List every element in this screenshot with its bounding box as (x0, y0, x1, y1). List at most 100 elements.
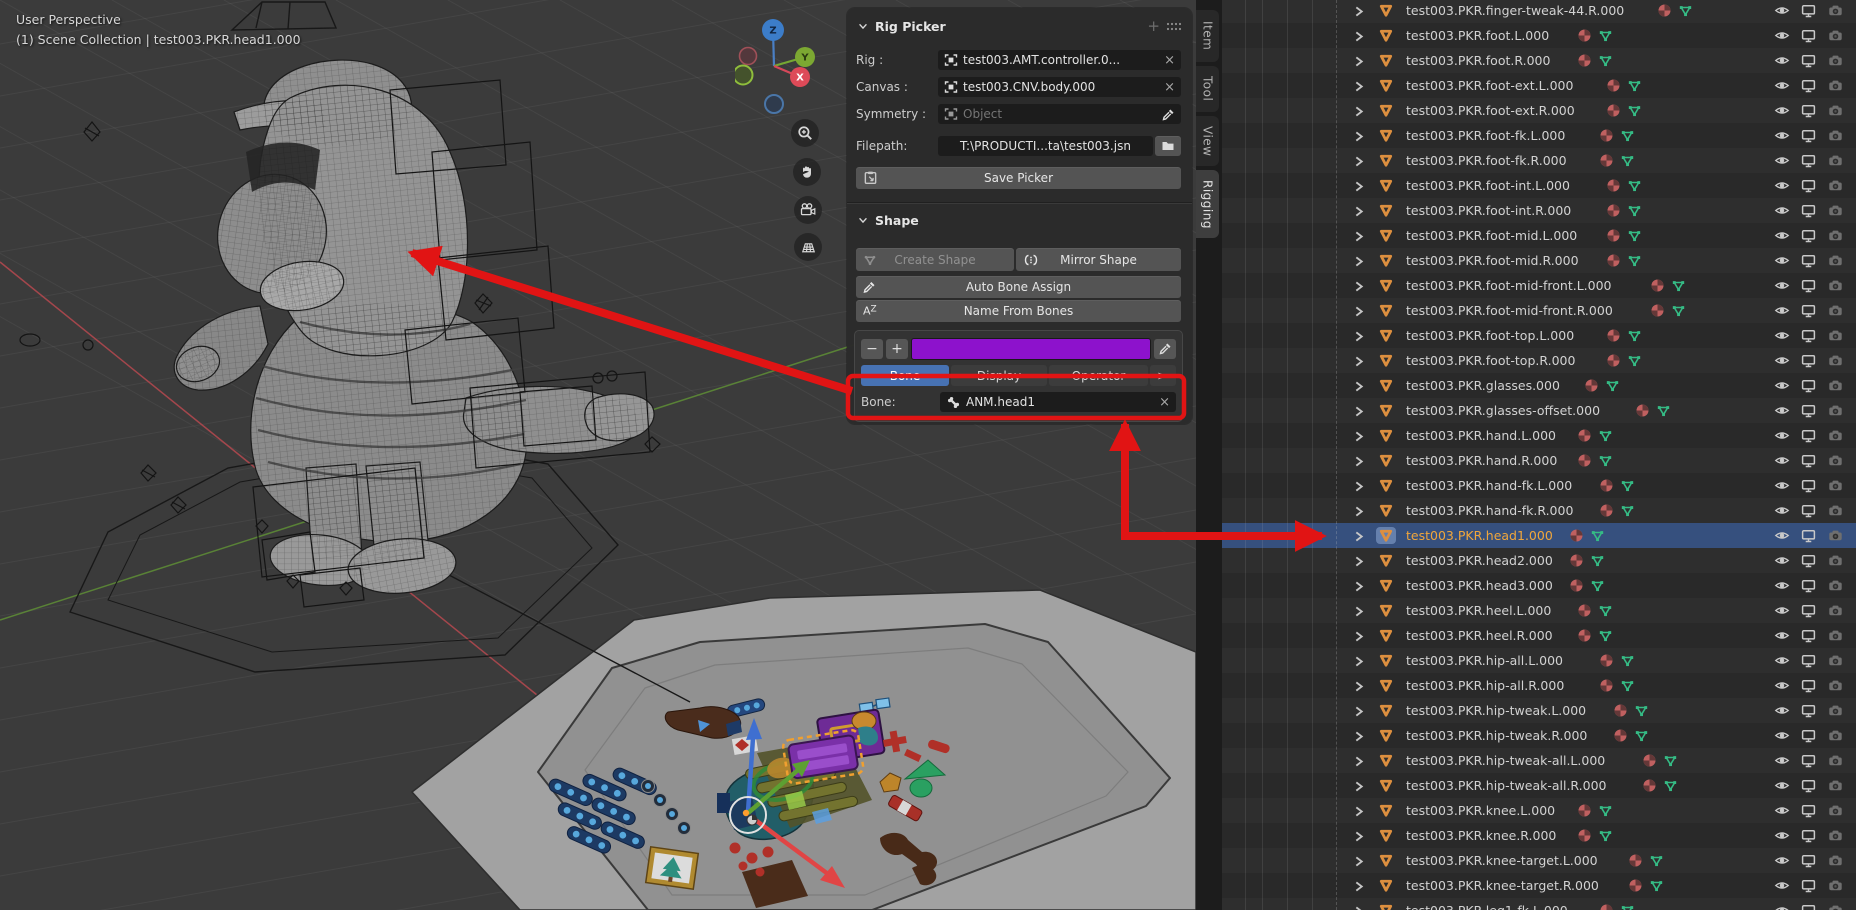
monitor-icon[interactable] (1801, 278, 1816, 297)
mesh-data-icon[interactable] (1590, 528, 1605, 547)
outliner-item-label[interactable]: test003.PKR.foot-ext.R.000 (1406, 98, 1575, 123)
save-picker-button[interactable]: Save Picker (856, 167, 1181, 189)
outliner-item-label[interactable]: test003.PKR.knee-target.L.000 (1406, 848, 1598, 873)
camera-icon[interactable] (1828, 428, 1843, 447)
outliner-row[interactable]: test003.PKR.foot-ext.L.000 (1222, 73, 1856, 98)
expand-chevron-icon[interactable] (1352, 753, 1365, 772)
material-icon[interactable] (1569, 528, 1584, 547)
expand-chevron-icon[interactable] (1352, 178, 1365, 197)
camera-icon[interactable] (1828, 253, 1843, 272)
mesh-data-icon[interactable] (1598, 628, 1613, 647)
mesh-object-icon[interactable] (1376, 227, 1396, 244)
mesh-data-icon[interactable] (1627, 203, 1642, 222)
camera-icon[interactable] (1828, 578, 1843, 597)
monitor-icon[interactable] (1801, 503, 1816, 522)
expand-chevron-icon[interactable] (1352, 453, 1365, 472)
eye-icon[interactable] (1774, 378, 1790, 397)
outliner-item-label[interactable]: test003.PKR.hip-tweak.L.000 (1406, 698, 1586, 723)
mesh-object-icon[interactable] (1376, 502, 1396, 519)
outliner-row[interactable]: test003.PKR.foot-mid.L.000 (1222, 223, 1856, 248)
material-icon[interactable] (1569, 553, 1584, 572)
mesh-object-icon[interactable] (1376, 702, 1396, 719)
expand-chevron-icon[interactable] (1352, 328, 1365, 347)
expand-chevron-icon[interactable] (1352, 828, 1365, 847)
monitor-icon[interactable] (1801, 878, 1816, 897)
monitor-icon[interactable] (1801, 103, 1816, 122)
collapse-chevron-icon[interactable] (857, 20, 869, 32)
expand-chevron-icon[interactable] (1352, 903, 1365, 910)
camera-icon[interactable] (1828, 203, 1843, 222)
camera-icon[interactable] (1828, 528, 1843, 547)
outliner-item-label[interactable]: test003.PKR.heel.R.000 (1406, 623, 1553, 648)
camera-icon[interactable] (1828, 178, 1843, 197)
outliner-row[interactable]: test003.PKR.knee-target.R.000 (1222, 873, 1856, 898)
material-icon[interactable] (1606, 178, 1621, 197)
pick-color-button[interactable] (1154, 339, 1176, 359)
collapse-chevron-icon[interactable] (857, 214, 869, 226)
camera-icon[interactable] (1828, 853, 1843, 872)
canvas-field[interactable]: test003.CNV.body.000 × (938, 77, 1181, 97)
eye-icon[interactable] (1774, 53, 1790, 72)
mesh-data-icon[interactable] (1598, 453, 1613, 472)
mesh-data-icon[interactable] (1598, 603, 1613, 622)
axis-ball-neg-x[interactable] (740, 48, 757, 65)
monitor-icon[interactable] (1801, 78, 1816, 97)
outliner-row[interactable]: test003.PKR.foot-top.R.000 (1222, 348, 1856, 373)
material-icon[interactable] (1577, 828, 1592, 847)
outliner-item-label[interactable]: test003.PKR.knee.R.000 (1406, 823, 1556, 848)
outliner-row[interactable]: test003.PKR.foot.L.000 (1222, 23, 1856, 48)
material-icon[interactable] (1599, 478, 1614, 497)
expand-chevron-icon[interactable] (1352, 803, 1365, 822)
outliner-item-label[interactable]: test003.PKR.hand-fk.R.000 (1406, 498, 1573, 523)
outliner-row[interactable]: test003.PKR.foot.R.000 (1222, 48, 1856, 73)
eye-icon[interactable] (1774, 478, 1790, 497)
mesh-data-icon[interactable] (1627, 328, 1642, 347)
monitor-icon[interactable] (1801, 28, 1816, 47)
outliner-row[interactable]: test003.PKR.knee.R.000 (1222, 823, 1856, 848)
outliner-row[interactable]: test003.PKR.head3.000 (1222, 573, 1856, 598)
outliner-row[interactable]: test003.PKR.hip-tweak.L.000 (1222, 698, 1856, 723)
create-shape-button[interactable]: Create Shape (856, 248, 1014, 271)
camera-icon[interactable] (1828, 353, 1843, 372)
material-icon[interactable] (1650, 278, 1665, 297)
material-icon[interactable] (1577, 428, 1592, 447)
outliner-item-label[interactable]: test003.PKR.knee-target.R.000 (1406, 873, 1599, 898)
monitor-icon[interactable] (1801, 753, 1816, 772)
tab-tool[interactable]: Tool (1196, 66, 1219, 112)
add-button[interactable]: + (886, 339, 908, 359)
material-icon[interactable] (1606, 78, 1621, 97)
monitor-icon[interactable] (1801, 228, 1816, 247)
camera-icon[interactable] (1828, 678, 1843, 697)
expand-chevron-icon[interactable] (1352, 28, 1365, 47)
zoom-button[interactable] (791, 119, 819, 147)
monitor-icon[interactable] (1801, 403, 1816, 422)
viewport-3d[interactable]: User Perspective (1) Scene Collection | … (0, 0, 1196, 910)
outliner-item-label[interactable]: test003.PKR.foot-ext.L.000 (1406, 73, 1573, 98)
outliner-row[interactable]: test003.PKR.hip-tweak.R.000 (1222, 723, 1856, 748)
material-icon[interactable] (1606, 328, 1621, 347)
mesh-object-icon[interactable] (1376, 152, 1396, 169)
outliner-row[interactable]: test003.PKR.foot-mid-front.L.000 (1222, 273, 1856, 298)
eye-icon[interactable] (1774, 403, 1790, 422)
expand-chevron-icon[interactable] (1352, 578, 1365, 597)
camera-icon[interactable] (1828, 728, 1843, 747)
expand-chevron-icon[interactable] (1352, 153, 1365, 172)
expand-chevron-icon[interactable] (1352, 853, 1365, 872)
mesh-data-icon[interactable] (1590, 578, 1605, 597)
material-icon[interactable] (1577, 628, 1592, 647)
outliner-item-label[interactable]: test003.PKR.knee.L.000 (1406, 798, 1555, 823)
material-icon[interactable] (1599, 128, 1614, 147)
camera-icon[interactable] (1828, 828, 1843, 847)
camera-icon[interactable] (1828, 653, 1843, 672)
outliner-item-label[interactable]: test003.PKR.heel.L.000 (1406, 598, 1551, 623)
outliner-item-label[interactable]: test003.PKR.head2.000 (1406, 548, 1553, 573)
eye-icon[interactable] (1774, 253, 1790, 272)
outliner-row[interactable]: test003.PKR.foot-ext.R.000 (1222, 98, 1856, 123)
eye-icon[interactable] (1774, 628, 1790, 647)
mesh-object-icon[interactable] (1376, 677, 1396, 694)
expand-chevron-icon[interactable] (1352, 428, 1365, 447)
monitor-icon[interactable] (1801, 578, 1816, 597)
outliner-row[interactable]: test003.PKR.foot-top.L.000 (1222, 323, 1856, 348)
monitor-icon[interactable] (1801, 803, 1816, 822)
mesh-data-icon[interactable] (1620, 653, 1635, 672)
